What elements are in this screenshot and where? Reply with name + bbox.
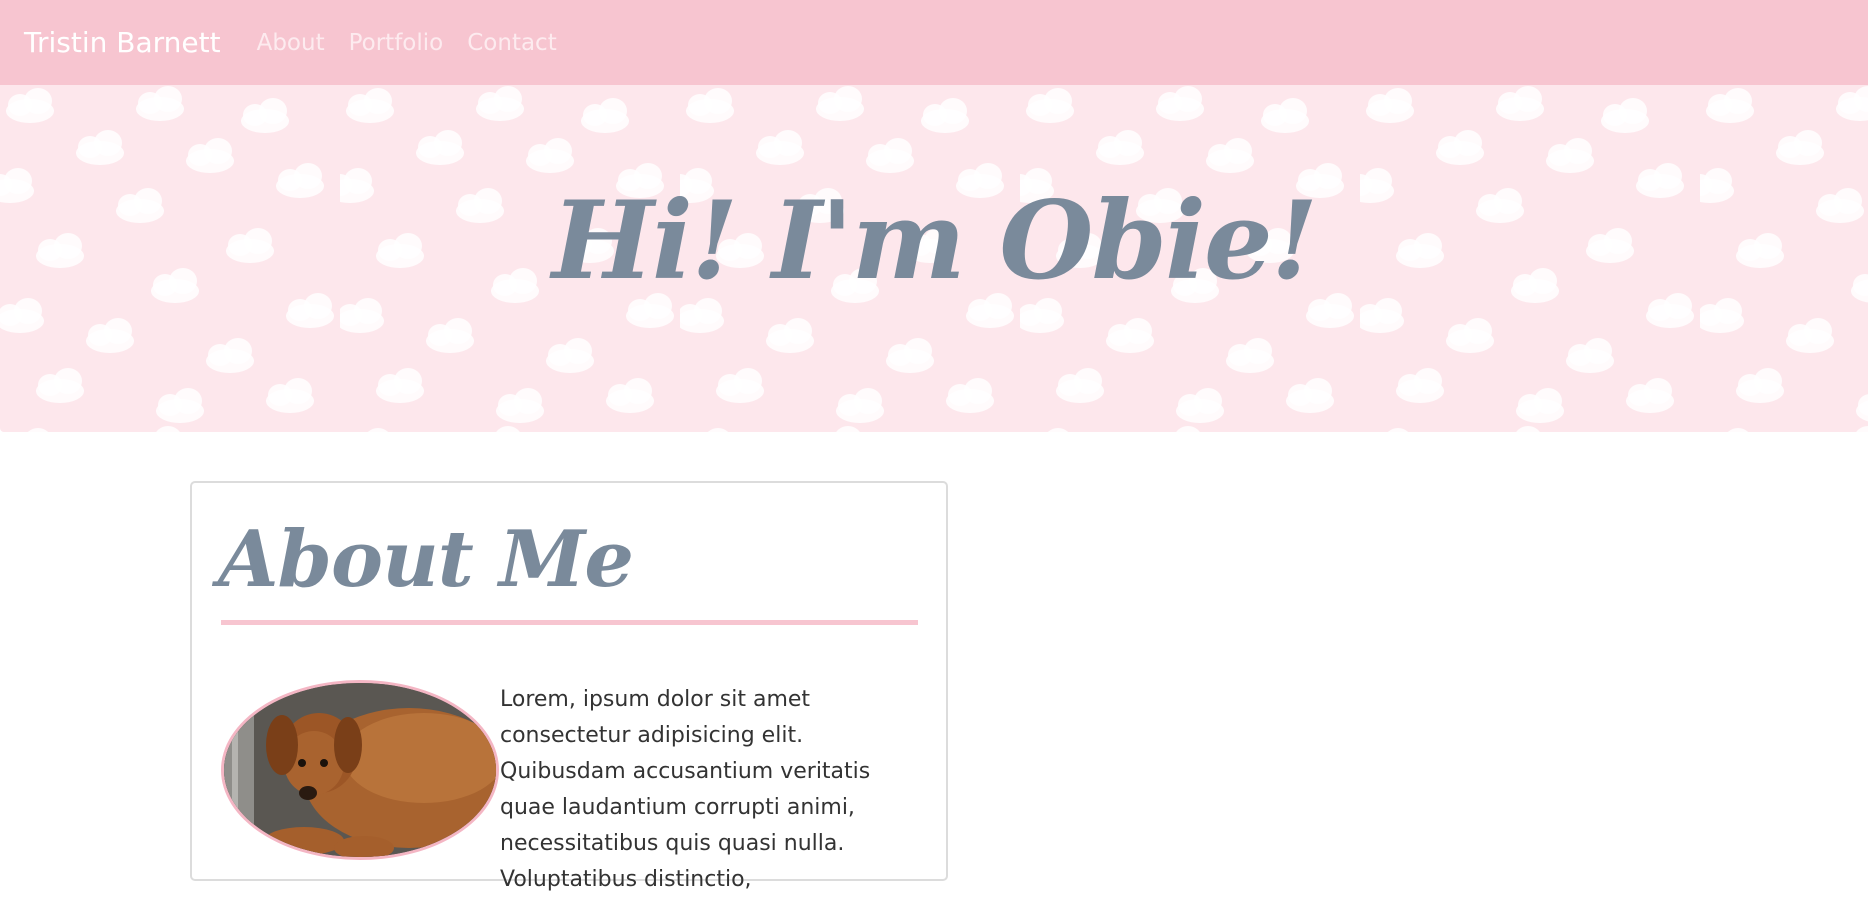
nav-link-contact[interactable]: Contact	[467, 30, 556, 56]
about-me-card: About Me Lorem, ipsum dolor sit amet con…	[190, 481, 948, 892]
nav-link-portfolio[interactable]: Portfolio	[349, 30, 444, 56]
hero-banner: Hi! I'm Obie!	[0, 85, 1868, 432]
top-navbar: Tristin Barnett About Portfolio Contact	[0, 0, 1868, 85]
about-me-text: Lorem, ipsum dolor sit amet consectetur …	[500, 687, 871, 892]
about-me-heading: About Me	[218, 514, 634, 605]
dachshund-image	[224, 683, 496, 857]
dog-photo	[221, 680, 499, 860]
heading-divider	[221, 620, 918, 625]
nav-link-about[interactable]: About	[257, 30, 325, 56]
hero-title: Hi! I'm Obie!	[551, 178, 1318, 304]
brand-link[interactable]: Tristin Barnett	[24, 26, 221, 59]
